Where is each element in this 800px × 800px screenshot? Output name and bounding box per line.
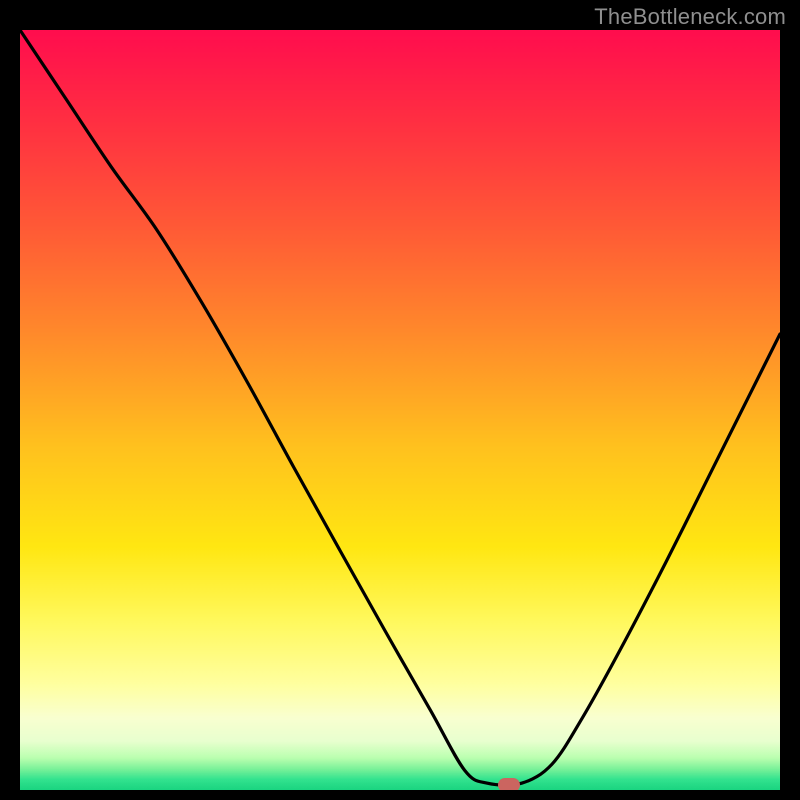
bottleneck-curve: [20, 30, 780, 790]
optimal-marker: [498, 778, 520, 790]
watermark-text: TheBottleneck.com: [594, 4, 786, 30]
curve-path: [20, 30, 780, 785]
chart-stage: TheBottleneck.com: [0, 0, 800, 800]
plot-area: [20, 30, 780, 790]
